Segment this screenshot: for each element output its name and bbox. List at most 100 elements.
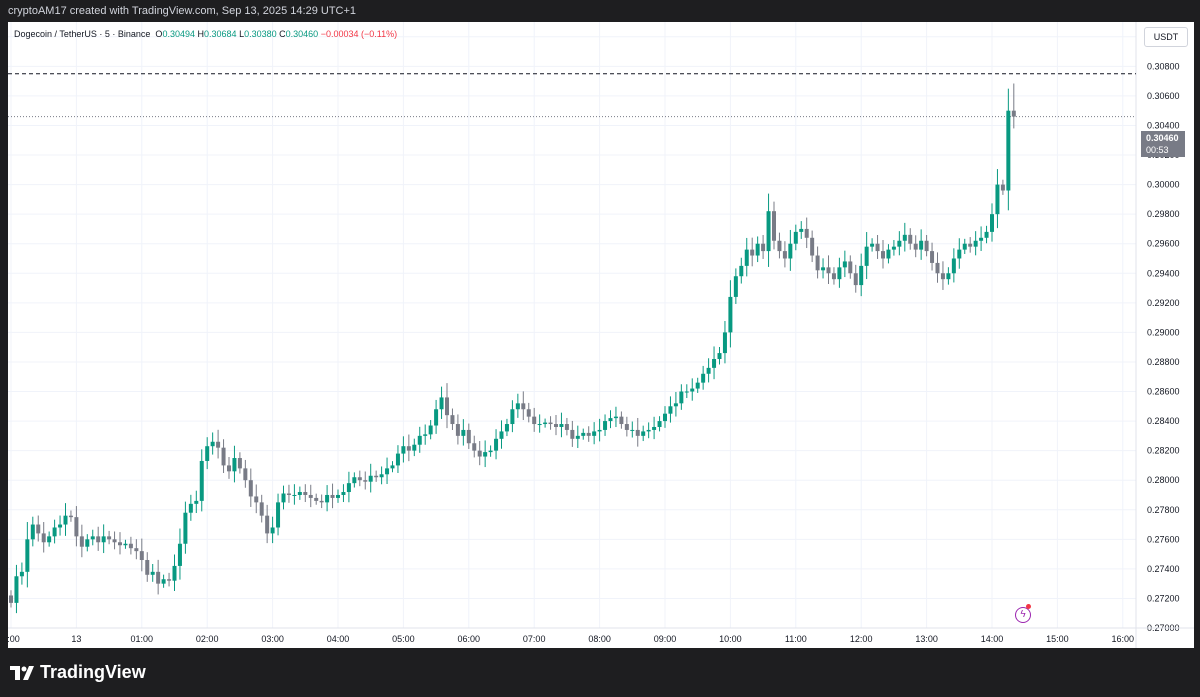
candle-body <box>597 429 602 432</box>
candle-body <box>897 240 902 247</box>
candle-body <box>957 249 962 259</box>
candle-body <box>417 435 422 445</box>
candle-body <box>881 251 885 259</box>
candle-body <box>395 453 400 466</box>
candle-body <box>859 265 864 286</box>
candle-body <box>613 416 618 419</box>
candle-body <box>635 429 640 436</box>
footer: TradingView <box>0 648 1200 697</box>
candle-body <box>564 424 569 430</box>
tradingview-logo[interactable]: TradingView <box>10 662 146 683</box>
candle-body <box>330 494 335 498</box>
candle-body <box>194 500 199 504</box>
candle-body <box>439 397 444 410</box>
candle-body <box>592 431 597 436</box>
candle-body <box>428 425 433 435</box>
chart-area[interactable]: 0.27000 0.27200 0.27400 0.27600 0.27800 0.280… <box>8 22 1194 648</box>
candle-body <box>619 416 624 425</box>
candle-body <box>733 276 738 297</box>
candle-body <box>412 444 417 451</box>
candle-body <box>984 231 989 238</box>
candle-body <box>139 551 144 561</box>
candle-body <box>815 255 820 271</box>
candle-body <box>979 237 984 241</box>
candle-body <box>286 493 291 495</box>
y-tick-label: 0.28600 <box>1147 387 1180 397</box>
candle-body <box>227 465 231 472</box>
symbol-legend: Dogecoin / TetherUS · 5 · Binance O0.304… <box>14 29 397 39</box>
candle-body <box>167 579 172 581</box>
candle-body <box>308 494 313 498</box>
candle-body <box>646 429 651 432</box>
attribution-text: cryptoAM17 created with TradingView.com,… <box>8 5 357 17</box>
candle-body <box>695 382 700 389</box>
candle-body <box>641 431 646 436</box>
candle-body <box>810 237 815 256</box>
candle-body <box>624 424 629 430</box>
candle-body <box>782 251 787 259</box>
candle-body <box>47 536 52 543</box>
y-tick-label: 0.30800 <box>1147 61 1180 71</box>
currency-button[interactable]: USDT <box>1144 27 1188 47</box>
candle-body <box>483 452 488 457</box>
y-tick-label: 0.28200 <box>1147 446 1180 456</box>
x-tick-label: 12:00 <box>850 634 873 644</box>
x-tick-label: 05:00 <box>392 634 415 644</box>
candle-body <box>90 536 95 540</box>
candle-body <box>739 265 744 277</box>
candle-body <box>679 391 684 404</box>
candle-body <box>216 441 221 448</box>
candle-body <box>652 426 657 430</box>
y-tick-label: 0.27800 <box>1147 505 1180 515</box>
candle-body <box>494 438 499 451</box>
candle-body <box>303 492 308 495</box>
candle-body <box>270 527 275 534</box>
candle-body <box>434 409 439 426</box>
candle-body <box>946 273 951 280</box>
y-tick-label: 0.30400 <box>1147 120 1180 130</box>
candle-body <box>445 397 449 416</box>
candle-body <box>259 502 264 516</box>
candle-body <box>1000 184 1005 191</box>
candle-body <box>14 576 19 603</box>
candle-body <box>663 413 667 422</box>
candle-body <box>145 560 150 575</box>
candle-body <box>842 261 847 268</box>
candle-body <box>319 500 324 503</box>
x-tick-label: 06:00 <box>458 634 481 644</box>
candle-body <box>450 415 455 425</box>
y-tick-label: 0.29200 <box>1147 298 1180 308</box>
candle-body <box>766 211 771 252</box>
candle-body <box>761 243 766 252</box>
candle-body <box>68 515 73 518</box>
candle-body <box>205 446 210 461</box>
candle-body <box>156 571 161 584</box>
candle-body <box>777 240 782 252</box>
legend-low: 0.30380 <box>244 29 277 39</box>
candle-body <box>532 416 537 425</box>
legend-symbol: Dogecoin / TetherUS · 5 · Binance <box>14 29 151 39</box>
candle-body <box>717 353 722 359</box>
candle-body <box>908 234 913 244</box>
candle-body <box>510 409 515 425</box>
candle-body <box>368 475 373 482</box>
attribution-bar: cryptoAM17 created with TradingView.com,… <box>0 0 1200 22</box>
candle-body <box>281 493 286 503</box>
candle-body <box>390 465 395 469</box>
candle-body <box>107 536 112 540</box>
brand-name: TradingView <box>40 662 146 682</box>
candle-body <box>112 539 117 543</box>
candle-body <box>744 249 749 266</box>
candle-body <box>554 424 558 427</box>
candlestick-chart[interactable]: 0.270000.272000.274000.276000.278000.280… <box>8 22 1194 648</box>
candle-body <box>504 424 509 432</box>
candle-body <box>799 228 804 232</box>
candle-body <box>924 240 929 252</box>
flash-icon[interactable]: ϟ <box>1015 607 1031 623</box>
candle-body <box>559 424 564 427</box>
candle-body <box>690 388 695 392</box>
x-tick-label: 16:00 <box>1112 634 1135 644</box>
x-tick-label: 13:00 <box>915 634 938 644</box>
candle-body <box>363 480 368 482</box>
candle-body <box>930 251 935 263</box>
